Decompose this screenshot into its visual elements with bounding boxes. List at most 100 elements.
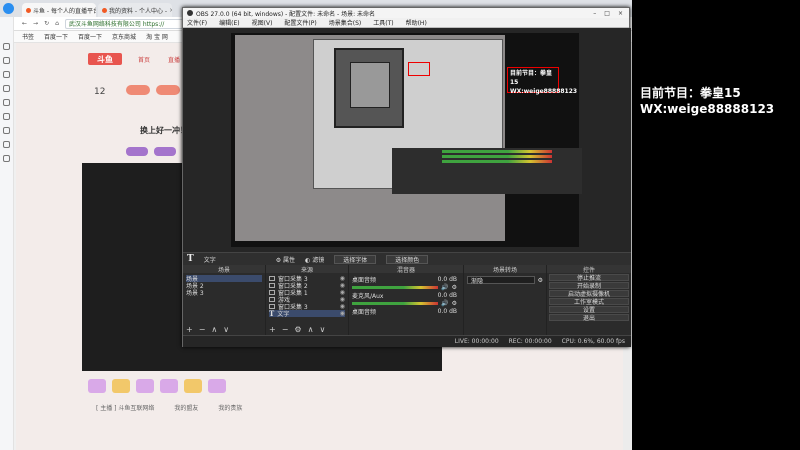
minimize-icon[interactable]: – [593, 10, 596, 17]
speaker-icon[interactable]: 🔊 [441, 284, 448, 291]
move-up-icon[interactable]: ∧ [211, 325, 217, 334]
start-recording-button[interactable]: 开始录制 [549, 282, 629, 290]
site-logo[interactable]: 斗鱼 [88, 53, 122, 65]
back-icon[interactable]: ← [22, 20, 27, 27]
move-down-icon[interactable]: ∨ [319, 325, 325, 334]
exit-button[interactable]: 退出 [549, 314, 629, 322]
dock-header: 混音器 [349, 265, 463, 274]
obs-docks: 场景 场景 场景 2 场景 3 + − ∧ ∨ 来源 窗口采集 3 ◉ 窗口采集 2 ◉ … [183, 265, 631, 335]
browser-tab-profile[interactable]: 我的资料 - 个人中心 - × [98, 3, 172, 17]
menu-edit[interactable]: 编辑(E) [219, 18, 239, 27]
channel-name: 麦克风/Aux [352, 292, 384, 300]
selected-text-source[interactable]: 目前节目：拳皇15 WX:weige88888123 [507, 67, 577, 95]
tag-button[interactable] [154, 147, 176, 156]
gift-icon[interactable] [184, 379, 202, 393]
obs-logo-icon [187, 10, 193, 16]
sidebar-icon[interactable] [3, 57, 10, 64]
filters-button[interactable]: ◐ 滤镜 [305, 255, 324, 264]
gear-icon[interactable]: ⚙ [538, 277, 546, 284]
footer-item[interactable]: 我的贵族 [218, 403, 242, 412]
add-icon[interactable]: + [186, 325, 193, 334]
move-down-icon[interactable]: ∨ [223, 325, 229, 334]
studio-mode-button[interactable]: 工作室模式 [549, 298, 629, 306]
speaker-icon[interactable]: 🔊 [441, 300, 448, 307]
sidebar-icon[interactable] [3, 99, 10, 106]
stop-streaming-button[interactable]: 停止推流 [549, 274, 629, 282]
tag-button[interactable] [126, 147, 148, 156]
scene-item[interactable]: 场景 3 [186, 289, 262, 297]
obs-preview[interactable]: 目前节目：拳皇15 WX:weige88888123 [183, 28, 631, 252]
visibility-icon[interactable]: ◉ [340, 282, 345, 289]
source-toolbar: T 文字 ⚙ 属性 ◐ 滤镜 选择字体 选择颜色 [183, 252, 631, 265]
window-capture-icon [269, 283, 275, 288]
menu-file[interactable]: 文件(F) [187, 18, 207, 27]
footer-item[interactable]: [ 主播 ] 斗鱼互联网络 [96, 403, 154, 412]
volume-meter[interactable] [352, 285, 439, 289]
close-icon[interactable]: × [618, 10, 623, 17]
virtual-camera-button[interactable]: 启动虚拟摄像机 [549, 290, 629, 298]
gear-icon[interactable]: ⚙ [452, 300, 457, 307]
nav-item[interactable]: 直播 [168, 55, 180, 64]
visibility-icon[interactable]: ◉ [340, 275, 345, 282]
channel-db: 0.0 dB [437, 275, 457, 283]
properties-button[interactable]: ⚙ 属性 [276, 255, 295, 264]
refresh-icon[interactable]: ↻ [44, 20, 49, 27]
close-icon[interactable]: × [169, 7, 172, 14]
move-up-icon[interactable]: ∧ [308, 325, 314, 334]
preview-canvas[interactable]: 目前节目：拳皇15 WX:weige88888123 [231, 33, 582, 247]
transition-select[interactable]: 渐隐 [467, 276, 535, 285]
nested-text-source [408, 62, 430, 76]
sidebar-icon[interactable] [3, 155, 10, 162]
bookmark-item[interactable]: 京东商城 [112, 32, 136, 41]
pill-button[interactable] [156, 85, 180, 95]
level-stat: 12 [94, 87, 106, 97]
browser-tab-douyu[interactable]: 斗鱼 - 每个人的直播平台 × [22, 3, 96, 17]
select-color-button[interactable]: 选择颜色 [386, 254, 429, 264]
visibility-icon[interactable]: ◉ [340, 310, 345, 317]
gear-icon[interactable]: ⚙ [452, 284, 457, 291]
remove-icon[interactable]: − [282, 325, 289, 334]
sidebar-icon[interactable] [3, 113, 10, 120]
browser-logo-icon[interactable] [3, 3, 14, 14]
source-item[interactable]: T 文字 ◉ [269, 309, 345, 318]
sidebar-icon[interactable] [3, 43, 10, 50]
source-label: 文字 [277, 311, 290, 318]
gift-icon[interactable] [208, 379, 226, 393]
bookmark-item[interactable]: 淘 宝 网 [146, 32, 168, 41]
nav-item[interactable]: 首页 [138, 55, 150, 64]
bookmark-item[interactable]: 百度一下 [78, 32, 102, 41]
select-font-button[interactable]: 选择字体 [334, 254, 377, 264]
obs-titlebar[interactable]: OBS 27.0.0 (64 bit, windows) - 配置文件: 未命名… [183, 8, 629, 18]
gift-icon[interactable] [112, 379, 130, 393]
add-icon[interactable]: + [269, 325, 276, 334]
visibility-icon[interactable]: ◉ [340, 289, 345, 296]
gear-icon[interactable]: ⚙ [294, 325, 301, 334]
visibility-icon[interactable]: ◉ [340, 303, 345, 310]
footer-item[interactable]: 我的盟友 [174, 403, 198, 412]
remove-icon[interactable]: − [199, 325, 206, 334]
menu-tools[interactable]: 工具(T) [373, 18, 393, 27]
settings-button[interactable]: 设置 [549, 306, 629, 314]
gift-icon[interactable] [88, 379, 106, 393]
dock-header: 场景 [183, 265, 265, 274]
sidebar-icon[interactable] [3, 127, 10, 134]
sidebar-icon[interactable] [3, 71, 10, 78]
forward-icon[interactable]: → [33, 20, 38, 27]
visibility-icon[interactable]: ◉ [340, 296, 345, 303]
bookmark-item[interactable]: 百度一下 [44, 32, 68, 41]
volume-meter[interactable] [352, 301, 439, 305]
maximize-icon[interactable]: □ [604, 10, 610, 17]
menu-help[interactable]: 帮助(H) [406, 18, 427, 27]
pill-button[interactable] [126, 85, 150, 95]
dock-footer: + − ⚙ ∧ ∨ [269, 325, 325, 334]
sidebar-icon[interactable] [3, 85, 10, 92]
home-icon[interactable]: ⌂ [55, 20, 59, 27]
gift-icon[interactable] [160, 379, 178, 393]
gift-icon[interactable] [136, 379, 154, 393]
menu-view[interactable]: 视图(V) [252, 18, 273, 27]
menu-scene-collection[interactable]: 场景集合(S) [329, 18, 362, 27]
menu-profile[interactable]: 配置文件(P) [284, 18, 316, 27]
sidebar-icon[interactable] [3, 141, 10, 148]
window-capture-icon [269, 276, 275, 281]
bookmark-item[interactable]: 书签 [22, 32, 34, 41]
